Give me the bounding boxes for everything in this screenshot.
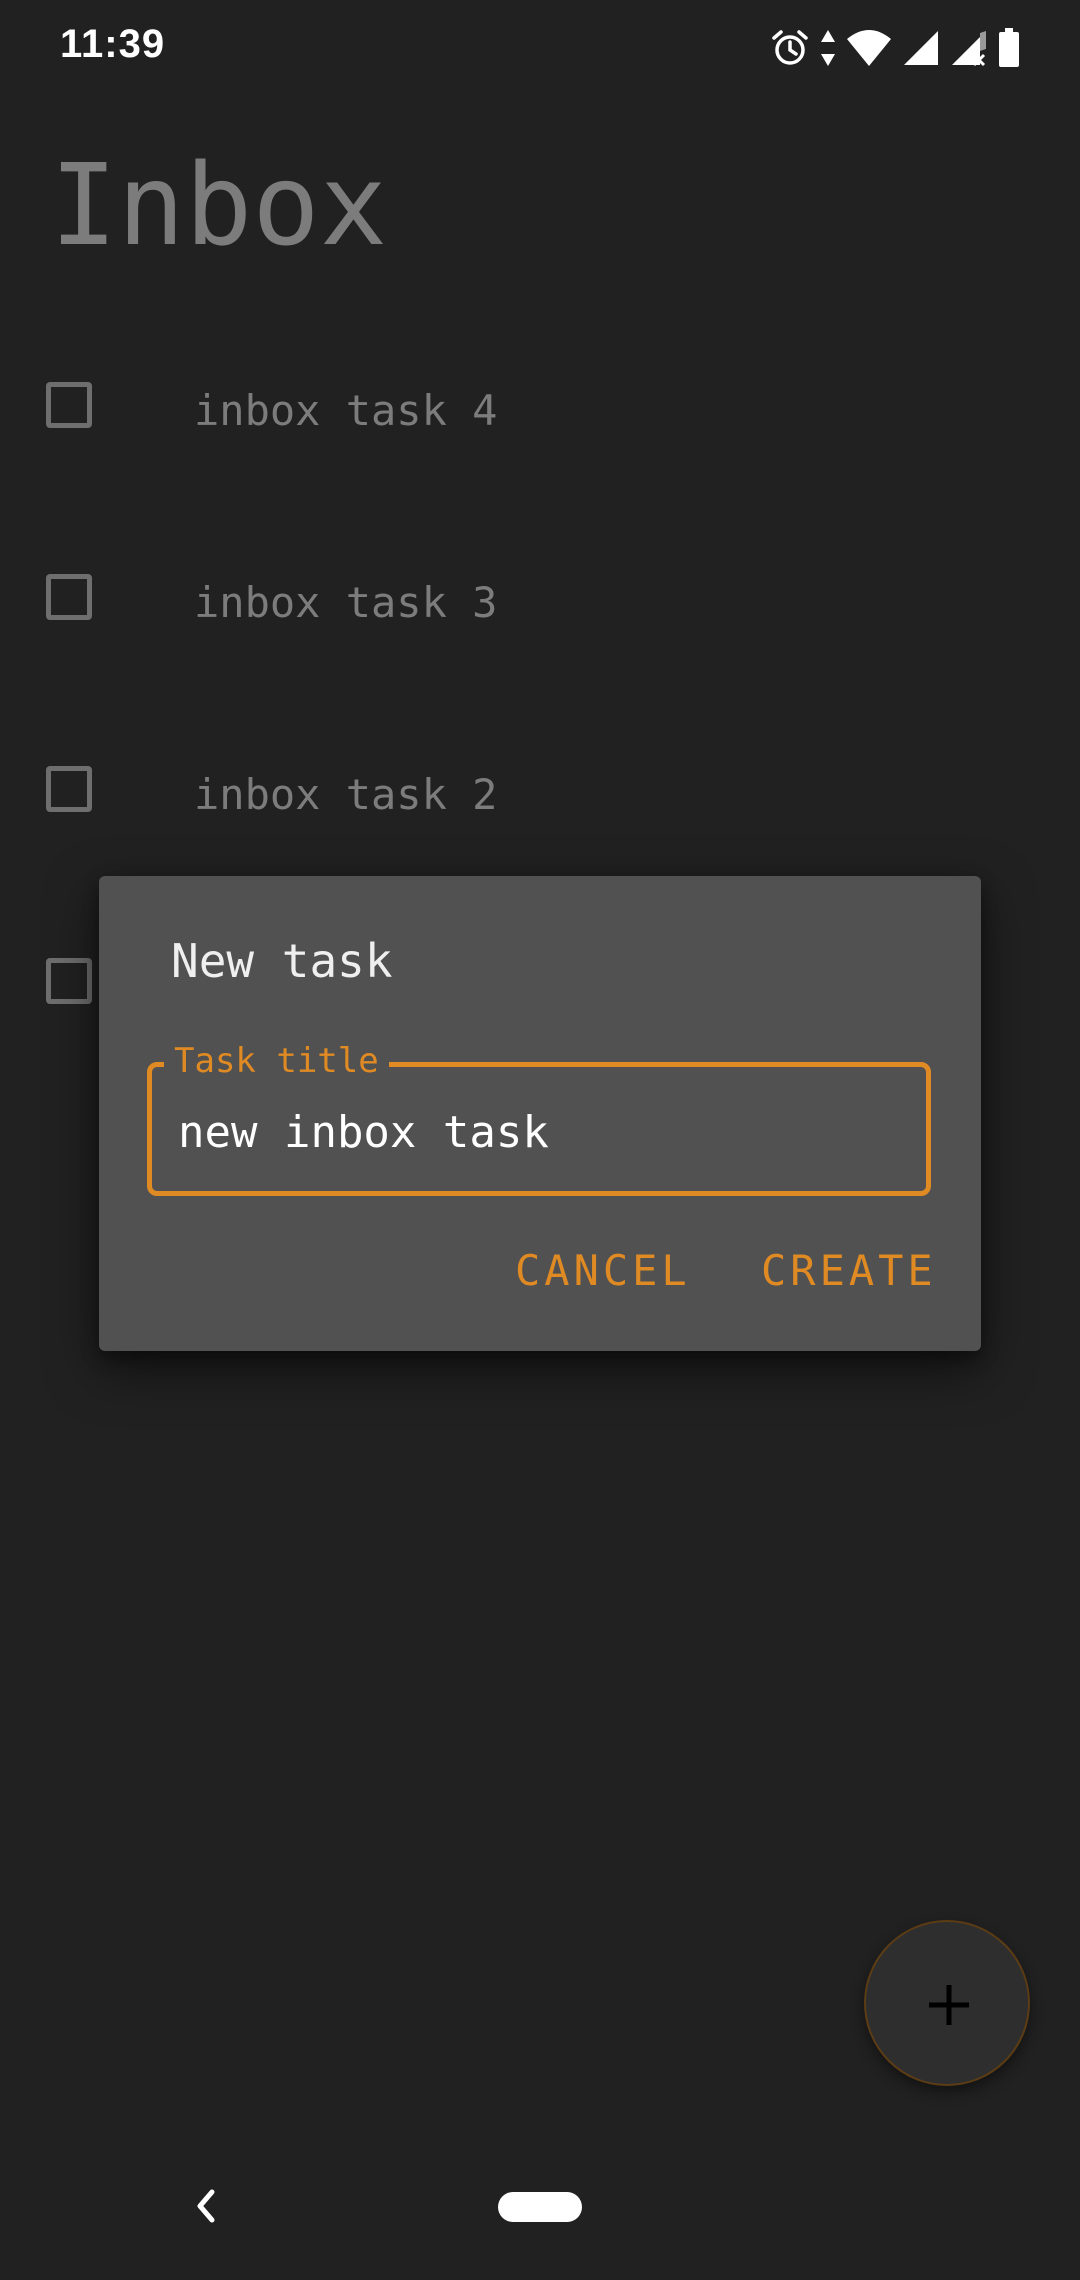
create-button[interactable]: CREATE (761, 1246, 937, 1295)
task-checkbox[interactable] (46, 382, 92, 428)
task-label: inbox task 4 (194, 386, 498, 435)
add-task-fab[interactable] (864, 1920, 1030, 2086)
dialog-title: New task (171, 934, 393, 988)
task-title-input[interactable] (178, 1107, 898, 1158)
task-label: inbox task 2 (194, 770, 498, 819)
home-pill-icon[interactable] (498, 2192, 582, 2222)
task-checkbox[interactable] (46, 958, 92, 1004)
cancel-button[interactable]: CANCEL (515, 1246, 691, 1295)
task-label: inbox task 3 (194, 578, 498, 627)
task-checkbox[interactable] (46, 574, 92, 620)
page-title: Inbox (50, 141, 388, 271)
back-chevron-icon[interactable] (190, 2186, 220, 2230)
task-title-label: Task title (164, 1037, 389, 1085)
plus-icon (929, 1985, 969, 2025)
task-row[interactable]: inbox task 2 (0, 734, 1080, 854)
task-row[interactable]: inbox task 3 (0, 542, 1080, 662)
task-title-field[interactable]: Task title (147, 1037, 931, 1196)
task-checkbox[interactable] (46, 766, 92, 812)
new-task-dialog: New task Task title CANCEL CREATE (99, 876, 981, 1351)
task-row[interactable]: inbox task 4 (0, 350, 1080, 470)
